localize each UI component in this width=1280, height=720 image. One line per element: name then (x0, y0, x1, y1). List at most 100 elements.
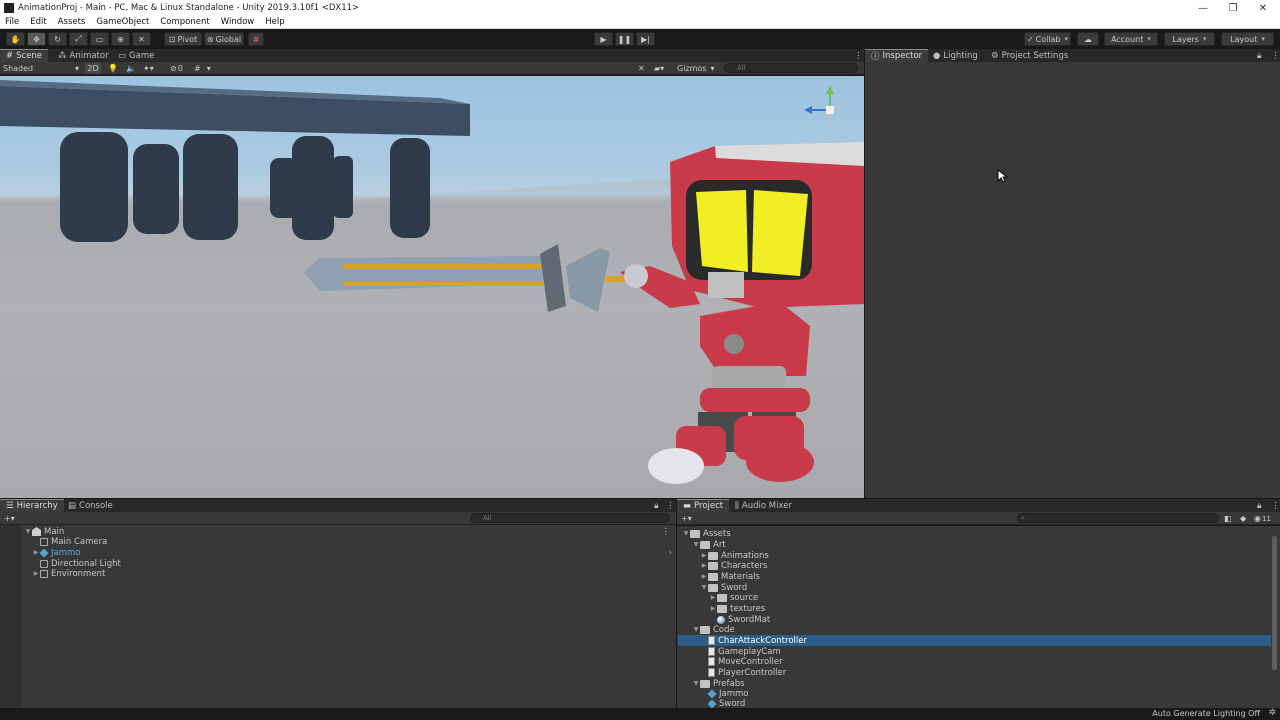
global-toggle[interactable]: ⊛ Global (204, 32, 244, 46)
project-create-button[interactable]: +▾ (681, 513, 692, 524)
tab-scene[interactable]: # Scene (0, 49, 49, 62)
tab-inspector[interactable]: ⓘ Inspector (865, 49, 929, 62)
menu-help[interactable]: Help (260, 17, 290, 27)
folder-icon (708, 551, 718, 560)
tab-animator[interactable]: ⁂ Animator (52, 49, 115, 62)
hidden-objects-toggle[interactable]: ⊘ 0 (170, 63, 183, 74)
project-folder-art[interactable]: ▼ Art (692, 539, 726, 550)
rect-tool-button[interactable]: ▭ (90, 32, 109, 46)
search-by-type-button[interactable]: ◧ (1224, 513, 1232, 524)
play-button[interactable]: ▶ (594, 32, 613, 46)
audio-mixer-icon: ⫼ (735, 500, 739, 511)
folder-icon (708, 561, 718, 570)
tab-game-label: Game (129, 50, 155, 61)
step-button[interactable]: ▶| (636, 32, 655, 46)
chevron-right-icon[interactable]: › (669, 548, 672, 558)
project-panel-menu[interactable]: ⋮ (1265, 499, 1280, 512)
cloud-button[interactable]: ☁ (1077, 32, 1099, 46)
tab-project[interactable]: ▬ Project (677, 499, 730, 512)
orientation-gizmo[interactable] (804, 86, 847, 124)
hierarchy-item-environment[interactable]: ▶ Environment (32, 568, 672, 579)
unity-logo-icon (4, 3, 14, 13)
transform-tool-button[interactable]: ⊕ (111, 32, 130, 46)
rotate-tool-button[interactable]: ↻ (48, 32, 67, 46)
hierarchy-item-jammo[interactable]: ▶ Jammo › (32, 547, 672, 558)
pivot-label: Pivot (177, 34, 198, 44)
menu-edit[interactable]: Edit (25, 17, 52, 27)
layout-dropdown[interactable]: Layout (1221, 32, 1274, 46)
project-folder-source[interactable]: ▶ source (709, 592, 759, 603)
gizmos-dropdown[interactable]: Gizmos ▾ (677, 63, 715, 74)
hierarchy-create-button[interactable]: +▾ (4, 513, 15, 524)
hidden-count: 0 (177, 64, 183, 73)
project-asset-movecontroller[interactable]: MoveController (708, 656, 783, 667)
tools-button[interactable]: ✕ (638, 63, 645, 74)
scene-search-input[interactable]: All (724, 63, 858, 73)
minimize-button[interactable]: — (1188, 0, 1218, 16)
project-asset-jammo-prefab[interactable]: Jammo (707, 688, 748, 699)
menu-component[interactable]: Component (155, 17, 215, 27)
scene-grid-dropdown[interactable]: # ▾ (194, 63, 211, 74)
hand-tool-button[interactable]: ✋ (6, 32, 25, 46)
account-dropdown[interactable]: Account (1104, 32, 1158, 46)
2d-toggle[interactable]: 2D (85, 63, 101, 74)
project-folder-textures[interactable]: ▶ textures (709, 603, 765, 614)
hierarchy-search-placeholder: All (483, 514, 492, 522)
close-button[interactable]: ✕ (1248, 0, 1278, 16)
hierarchy-search-input[interactable]: All (470, 513, 670, 523)
console-icon: ▤ (68, 500, 77, 511)
scene-lighting-toggle[interactable]: 💡 (108, 63, 118, 74)
hierarchy-item-main-camera[interactable]: Main Camera (32, 536, 672, 547)
move-tool-button[interactable]: ✥ (27, 32, 46, 46)
snap-toggle[interactable]: # (248, 32, 264, 46)
project-scrollbar[interactable] (1272, 536, 1277, 670)
tab-lighting[interactable]: ● Lighting (927, 49, 984, 62)
search-by-label-button[interactable]: ◆ (1240, 513, 1246, 524)
project-folder-code[interactable]: ▼ Code (692, 624, 735, 635)
gameobject-icon (40, 569, 48, 578)
project-asset-sword-prefab[interactable]: Sword (708, 699, 745, 708)
restore-button[interactable]: ❐ (1218, 0, 1248, 16)
layers-dropdown[interactable]: Layers (1164, 32, 1215, 46)
scene-viewport[interactable] (0, 76, 864, 498)
project-folder-characters[interactable]: ▶ Characters (700, 560, 768, 571)
project-asset-playercontroller[interactable]: PlayerController (708, 667, 786, 678)
inspector-panel-menu[interactable]: ⋮ (1265, 49, 1280, 62)
scene-fx-dropdown[interactable]: ✦▾ (143, 63, 154, 74)
scene-audio-toggle[interactable]: 🔈 (126, 63, 136, 74)
collab-label: Collab (1035, 34, 1061, 44)
menu-gameobject[interactable]: GameObject (91, 17, 155, 27)
step-icon: ▶| (641, 34, 650, 44)
scale-tool-button[interactable]: ⤢ (69, 32, 88, 46)
tab-game[interactable]: ▭ Game (112, 49, 160, 62)
project-folder-assets[interactable]: ▼ Assets (682, 528, 731, 539)
scene-menu-icon[interactable]: ⋮ (662, 527, 671, 537)
tab-hierarchy[interactable]: ☰ Hierarchy (0, 499, 64, 512)
custom-tool-button[interactable]: ✕ (132, 32, 151, 46)
asset-label: MoveController (718, 656, 783, 667)
project-search-input[interactable]: ⌕ (1017, 513, 1219, 523)
menu-window[interactable]: Window (216, 17, 261, 27)
packages-count: 11 (1261, 514, 1271, 523)
pause-button[interactable]: ❚❚ (615, 32, 634, 46)
lock-icon: 🔒︎ (1257, 500, 1262, 511)
menu-assets[interactable]: Assets (53, 17, 92, 27)
transform-icon: ⊕ (117, 34, 124, 44)
collab-dropdown[interactable]: ✓ Collab (1024, 32, 1071, 46)
hierarchy-item-label: Main Camera (51, 536, 108, 547)
menu-file[interactable]: File (0, 17, 25, 27)
tab-console[interactable]: ▤ Console (62, 499, 119, 512)
project-asset-charattackcontroller[interactable]: CharAttackController (678, 635, 1271, 646)
tab-project-settings[interactable]: ⚙ Project Settings (985, 49, 1074, 62)
hidden-packages-toggle[interactable]: ◉ 11 (1254, 513, 1271, 524)
lighting-progress-icon[interactable]: ✲ (1268, 708, 1276, 718)
prefab-icon (708, 699, 717, 708)
tab-audio-mixer[interactable]: ⫼ Audio Mixer (729, 499, 798, 512)
collab-check-icon: ✓ (1026, 34, 1034, 44)
draw-mode-dropdown[interactable]: Shaded ▾ (3, 63, 79, 74)
pivot-toggle[interactable]: ⊡ Pivot (164, 32, 202, 46)
project-folder-materials[interactable]: ▶ Materials (700, 571, 760, 582)
camera-settings-dropdown[interactable]: ▰▾ (654, 63, 664, 74)
tab-scene-label: Scene (16, 51, 43, 61)
tab-lighting-label: Lighting (943, 50, 978, 61)
